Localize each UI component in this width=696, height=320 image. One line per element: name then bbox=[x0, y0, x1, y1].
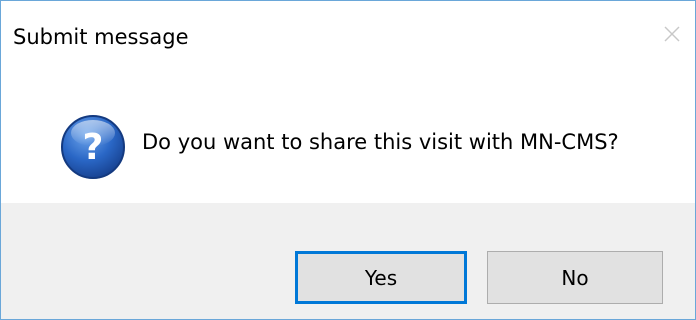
yes-button[interactable]: Yes bbox=[295, 251, 467, 304]
svg-text:?: ? bbox=[83, 127, 104, 168]
dialog-content: ? Do you want to share this visit with M… bbox=[1, 80, 695, 203]
message-dialog: Submit message ? Do you want to share th… bbox=[0, 0, 696, 320]
question-icon: ? bbox=[61, 115, 125, 179]
no-button[interactable]: No bbox=[487, 251, 663, 304]
dialog-message: Do you want to share this visit with MN-… bbox=[142, 130, 619, 154]
close-icon bbox=[664, 26, 680, 42]
dialog-title: Submit message bbox=[13, 25, 189, 49]
close-button[interactable] bbox=[655, 17, 689, 51]
button-bar: Yes No bbox=[1, 203, 695, 319]
title-bar[interactable]: Submit message bbox=[1, 1, 695, 80]
